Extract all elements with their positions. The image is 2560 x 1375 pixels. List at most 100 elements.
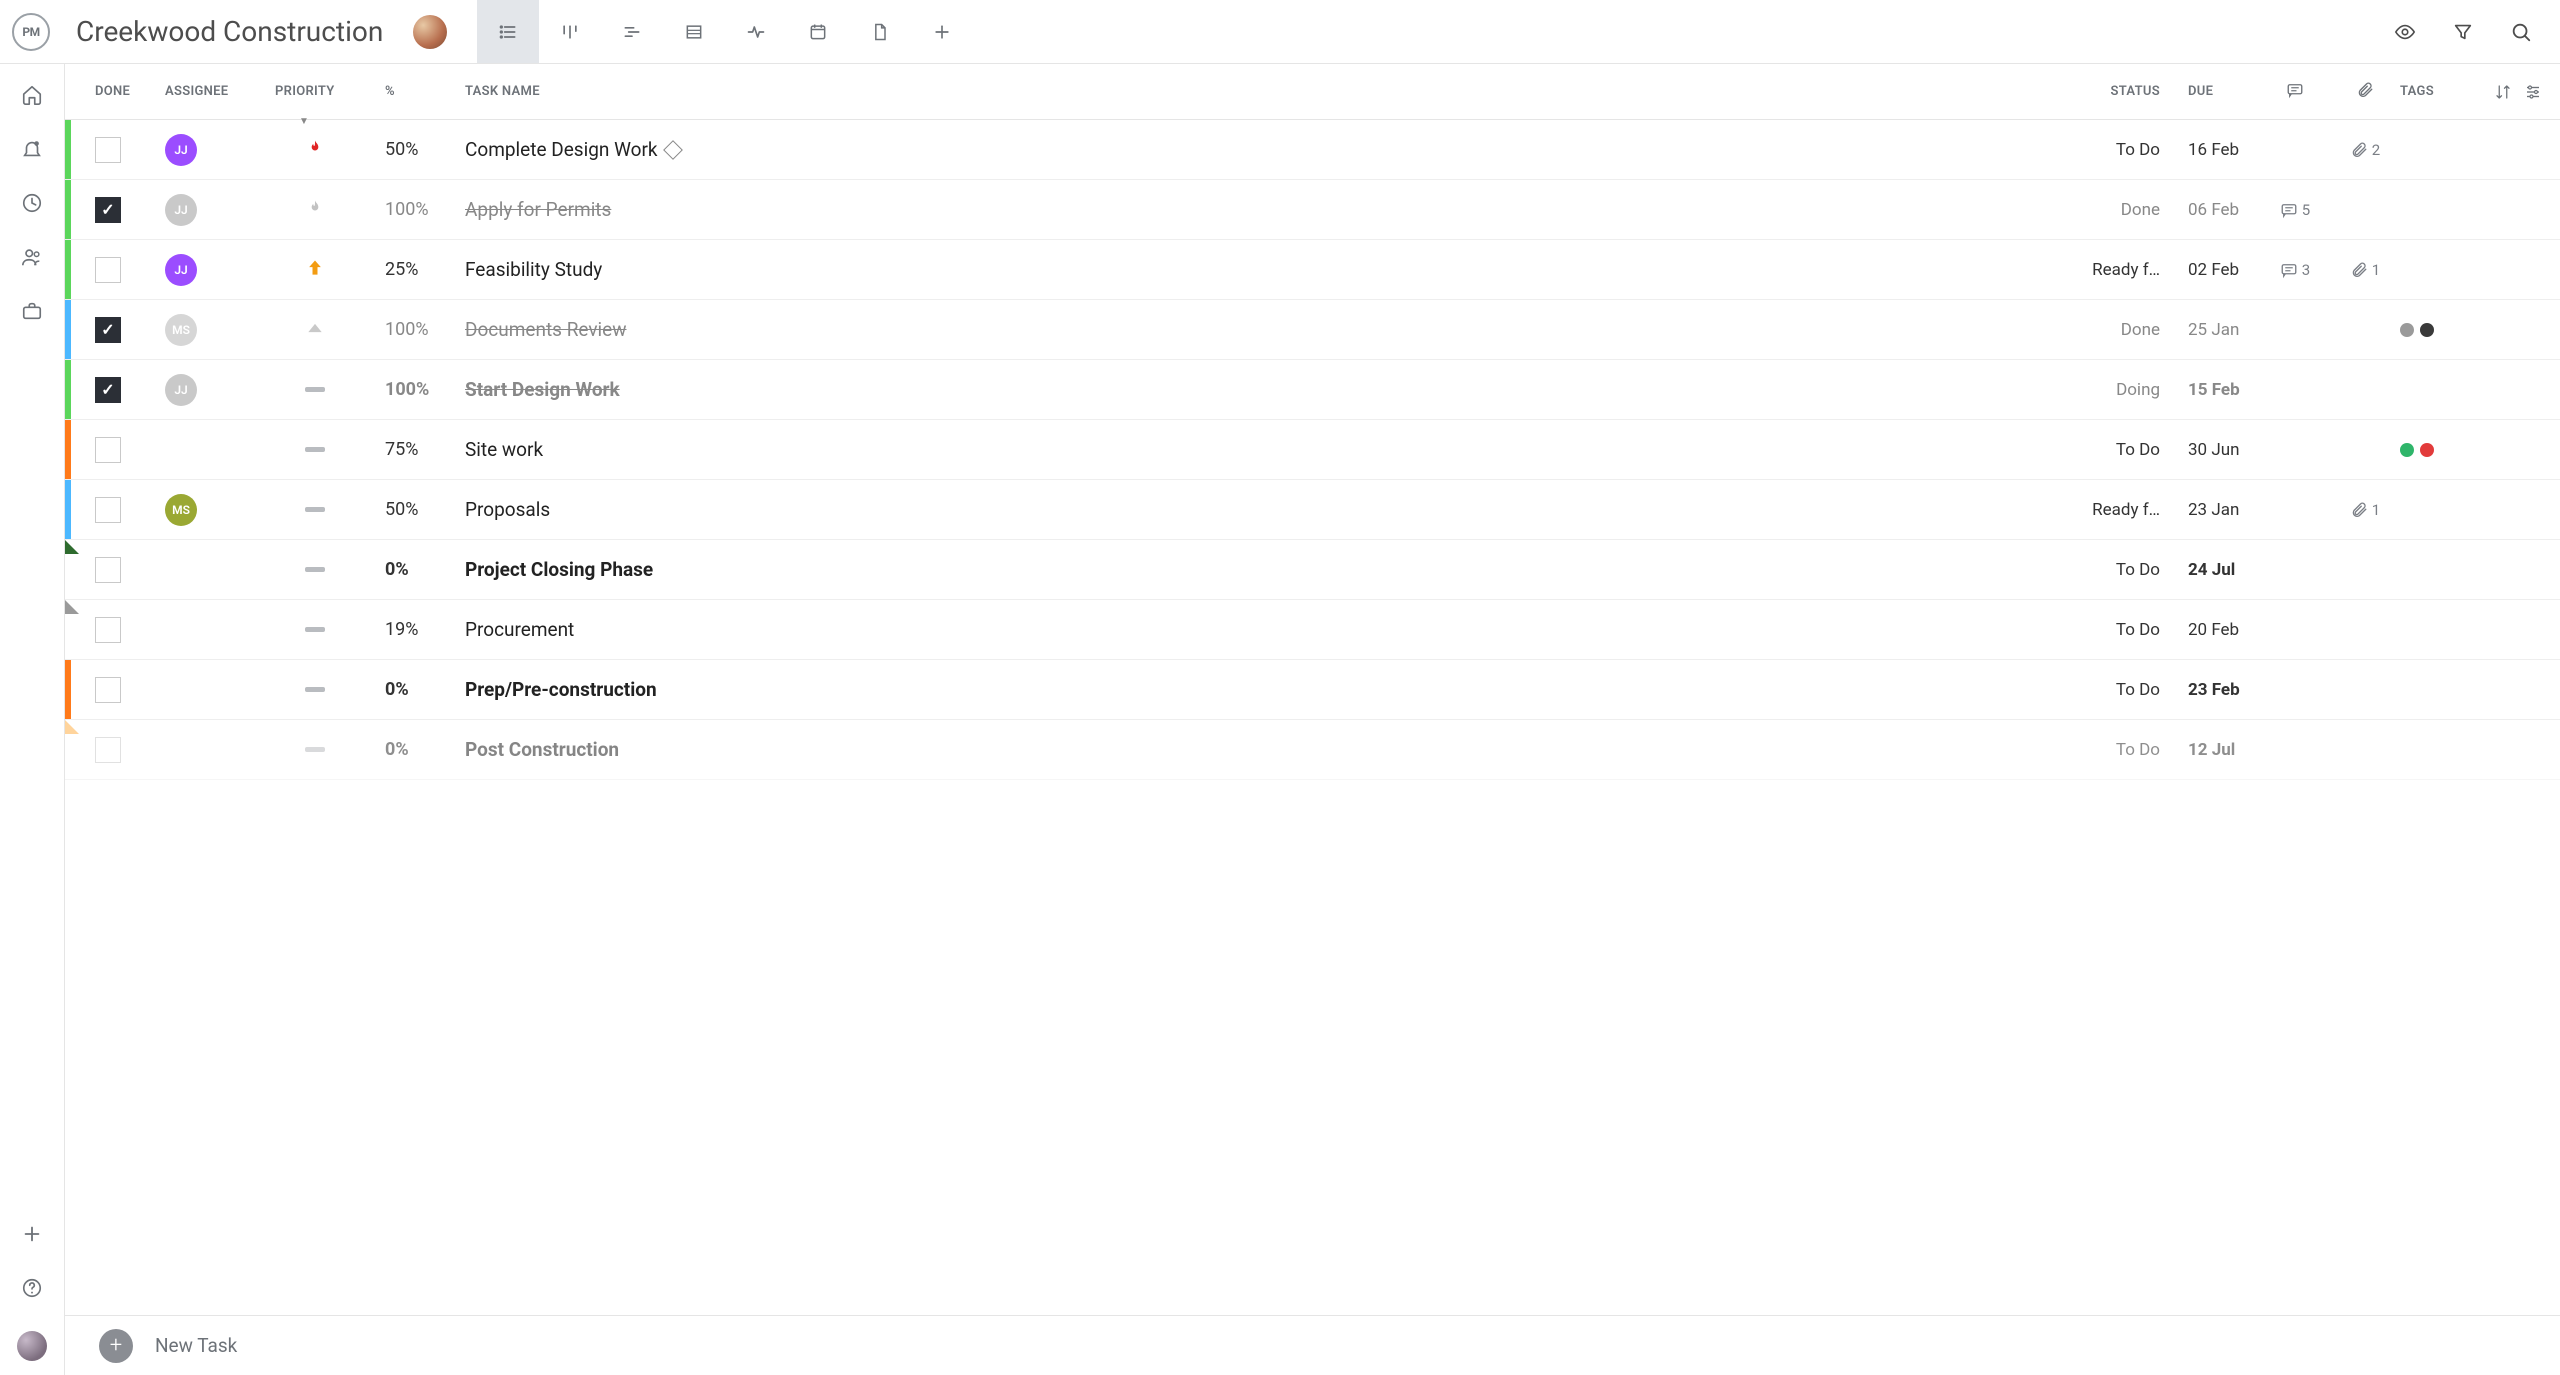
- col-header-tags[interactable]: TAGS: [2400, 84, 2480, 99]
- done-checkbox[interactable]: [95, 197, 121, 223]
- task-due[interactable]: 23 Jan: [2160, 500, 2260, 520]
- sort-icon[interactable]: [2494, 83, 2512, 101]
- task-status[interactable]: Doing: [2060, 380, 2160, 400]
- task-row[interactable]: 0%Post ConstructionTo Do12 Jul: [65, 720, 2560, 780]
- task-name[interactable]: Post Construction: [465, 738, 619, 761]
- view-tab-add[interactable]: [911, 0, 973, 63]
- task-name[interactable]: Site work: [465, 438, 543, 461]
- team-icon[interactable]: [21, 246, 43, 268]
- done-checkbox[interactable]: [95, 677, 121, 703]
- task-row[interactable]: MS100%Documents ReviewDone25 Jan: [65, 300, 2560, 360]
- view-tab-board[interactable]: [539, 0, 601, 63]
- task-row[interactable]: JJ50%Complete Design WorkTo Do16 Feb2: [65, 120, 2560, 180]
- done-checkbox[interactable]: [95, 377, 121, 403]
- task-due[interactable]: 12 Jul: [2160, 740, 2260, 760]
- col-header-done[interactable]: DONE: [95, 84, 165, 99]
- task-row[interactable]: JJ100%Start Design WorkDoing15 Feb: [65, 360, 2560, 420]
- task-due[interactable]: 06 Feb: [2160, 200, 2260, 220]
- assignee-avatar[interactable]: JJ: [165, 134, 197, 166]
- task-row[interactable]: JJ25%Feasibility StudyReady f…02 Feb31: [65, 240, 2560, 300]
- done-checkbox[interactable]: [95, 737, 121, 763]
- task-row[interactable]: MS50%ProposalsReady f…23 Jan1: [65, 480, 2560, 540]
- done-checkbox[interactable]: [95, 437, 121, 463]
- task-name[interactable]: Complete Design Work: [465, 138, 658, 161]
- task-status[interactable]: Done: [2060, 200, 2160, 220]
- task-status[interactable]: Done: [2060, 320, 2160, 340]
- task-status[interactable]: Ready f…: [2060, 500, 2160, 520]
- help-icon[interactable]: [21, 1277, 43, 1299]
- done-checkbox[interactable]: [95, 557, 121, 583]
- task-due[interactable]: 02 Feb: [2160, 260, 2260, 280]
- project-title[interactable]: Creekwood Construction: [76, 15, 383, 48]
- done-checkbox[interactable]: [95, 617, 121, 643]
- settings-icon[interactable]: [2524, 83, 2542, 101]
- home-icon[interactable]: [21, 84, 43, 106]
- task-due[interactable]: 16 Feb: [2160, 140, 2260, 160]
- col-header-assignee[interactable]: ASSIGNEE: [165, 84, 275, 99]
- attachments-cell[interactable]: 1: [2330, 261, 2400, 279]
- done-checkbox[interactable]: [95, 497, 121, 523]
- task-row[interactable]: 19%ProcurementTo Do20 Feb: [65, 600, 2560, 660]
- task-status[interactable]: To Do: [2060, 140, 2160, 160]
- task-status[interactable]: Ready f…: [2060, 260, 2160, 280]
- user-avatar[interactable]: [17, 1331, 47, 1361]
- view-tab-gantt[interactable]: [601, 0, 663, 63]
- col-header-attachments[interactable]: [2330, 81, 2400, 103]
- task-status[interactable]: To Do: [2060, 620, 2160, 640]
- new-task-row[interactable]: + New Task: [65, 1315, 2560, 1375]
- task-row[interactable]: 0%Prep/Pre-constructionTo Do23 Feb: [65, 660, 2560, 720]
- done-checkbox[interactable]: [95, 257, 121, 283]
- add-icon[interactable]: [21, 1223, 43, 1245]
- task-due[interactable]: 25 Jan: [2160, 320, 2260, 340]
- task-name[interactable]: Apply for Permits: [465, 198, 611, 221]
- col-header-comments[interactable]: [2260, 81, 2330, 103]
- app-logo[interactable]: PM: [12, 13, 50, 51]
- task-status[interactable]: To Do: [2060, 560, 2160, 580]
- task-row[interactable]: 0%Project Closing PhaseTo Do24 Jul: [65, 540, 2560, 600]
- task-name[interactable]: Feasibility Study: [465, 258, 602, 281]
- view-tab-list[interactable]: [477, 0, 539, 63]
- filter-icon[interactable]: [2452, 21, 2474, 43]
- view-tab-activity[interactable]: [725, 0, 787, 63]
- task-name[interactable]: Proposals: [465, 498, 550, 521]
- assignee-avatar[interactable]: MS: [165, 494, 197, 526]
- task-row[interactable]: JJ100%Apply for PermitsDone06 Feb5: [65, 180, 2560, 240]
- project-owner-avatar[interactable]: [413, 15, 447, 49]
- col-header-due[interactable]: DUE: [2160, 84, 2260, 99]
- task-name[interactable]: Procurement: [465, 618, 574, 641]
- briefcase-icon[interactable]: [21, 300, 43, 322]
- view-tab-calendar[interactable]: [787, 0, 849, 63]
- tags-cell[interactable]: [2400, 323, 2480, 337]
- assignee-avatar[interactable]: JJ: [165, 254, 197, 286]
- task-status[interactable]: To Do: [2060, 440, 2160, 460]
- task-due[interactable]: 20 Feb: [2160, 620, 2260, 640]
- recent-icon[interactable]: [21, 192, 43, 214]
- task-row[interactable]: 75%Site workTo Do30 Jun: [65, 420, 2560, 480]
- view-tab-table[interactable]: [663, 0, 725, 63]
- task-status[interactable]: To Do: [2060, 740, 2160, 760]
- eye-icon[interactable]: [2394, 21, 2416, 43]
- comments-cell[interactable]: 5: [2260, 201, 2330, 219]
- task-name[interactable]: Prep/Pre-construction: [465, 678, 657, 701]
- col-header-priority[interactable]: PRIORITY ▼: [275, 84, 385, 99]
- comments-cell[interactable]: 3: [2260, 261, 2330, 279]
- task-due[interactable]: 30 Jun: [2160, 440, 2260, 460]
- done-checkbox[interactable]: [95, 317, 121, 343]
- task-name[interactable]: Project Closing Phase: [465, 558, 653, 581]
- attachments-cell[interactable]: 2: [2330, 141, 2400, 159]
- view-tab-files[interactable]: [849, 0, 911, 63]
- task-status[interactable]: To Do: [2060, 680, 2160, 700]
- search-icon[interactable]: [2510, 21, 2532, 43]
- assignee-avatar[interactable]: JJ: [165, 194, 197, 226]
- assignee-avatar[interactable]: MS: [165, 314, 197, 346]
- done-checkbox[interactable]: [95, 137, 121, 163]
- attachments-cell[interactable]: 1: [2330, 501, 2400, 519]
- tags-cell[interactable]: [2400, 443, 2480, 457]
- assignee-avatar[interactable]: JJ: [165, 374, 197, 406]
- task-name[interactable]: Start Design Work: [465, 378, 620, 401]
- task-name[interactable]: Documents Review: [465, 318, 627, 341]
- notifications-icon[interactable]: [21, 138, 43, 160]
- task-due[interactable]: 23 Feb: [2160, 680, 2260, 700]
- col-header-name[interactable]: TASK NAME: [455, 84, 2060, 99]
- col-header-percent[interactable]: %: [385, 84, 455, 99]
